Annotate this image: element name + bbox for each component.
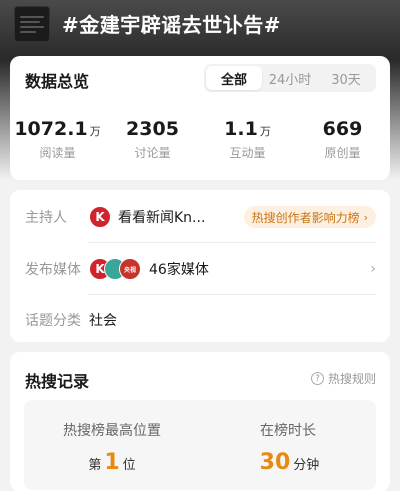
highest-position-value: 1 [104,450,120,475]
stat-interactions: 1.1 万 互动量 [200,118,295,161]
topic-header: #金建宇辟谣去世讣告# [0,0,400,48]
media-avatar: 央视 [119,258,141,280]
stat-discussions-value: 2305 [126,118,179,140]
host-row: 主持人 K 看看新闻Kn... 热搜创作者影响力榜 › [25,202,376,232]
host-name[interactable]: 看看新闻Kn... [118,207,205,227]
tab-30d[interactable]: 30天 [318,66,374,90]
highest-position: 热搜榜最高位置 第1位 [24,420,200,475]
media-logos: K 央视 [89,258,141,280]
highest-position-label: 热搜榜最高位置 [63,423,161,439]
category-row: 话题分类 社会 [25,306,376,334]
divider [88,294,376,295]
stat-discussions-label: 讨论量 [134,146,171,160]
stat-interactions-value: 1.1 [224,118,258,140]
hot-record-card: 热搜记录 ? 热搜规则 热搜榜最高位置 第1位 在榜时长 30 分钟 [10,352,390,491]
stat-interactions-label: 互动量 [229,146,266,160]
stat-originals: 669 原创量 [295,118,390,161]
divider [88,242,376,243]
host-key: 主持人 [25,210,67,226]
creator-influence-rank-button[interactable]: 热搜创作者影响力榜 › [243,206,376,228]
hot-search-rules-link[interactable]: ? 热搜规则 [310,370,376,387]
rules-label: 热搜规则 [327,372,376,386]
media-row[interactable]: 发布媒体 K 央视 46家媒体 › [25,254,376,284]
chevron-right-icon: › [363,210,368,224]
stat-originals-value: 669 [322,118,363,140]
stat-reads-unit: 万 [89,125,101,138]
highest-suffix: 位 [122,458,136,473]
question-icon: ? [310,372,324,385]
topic-title: #金建宇辟谣去世讣告# [62,13,282,37]
stat-reads: 1072.1 万 阅读量 [10,118,105,161]
highest-prefix: 第 [88,458,102,473]
stats-row: 1072.1 万 阅读量 2305 讨论量 1.1 万 互动量 669 原创量 [10,118,390,168]
chevron-right-icon[interactable]: › [370,261,376,277]
badge-label: 热搜创作者影响力榜 [251,210,360,225]
record-box: 热搜榜最高位置 第1位 在榜时长 30 分钟 [24,400,376,490]
duration-label: 在榜时长 [260,423,316,439]
topic-thumbnail [14,6,50,42]
stat-reads-label: 阅读量 [39,146,76,160]
category-key: 话题分类 [25,313,81,329]
stat-originals-label: 原创量 [324,146,361,160]
media-count: 46家媒体 [149,262,209,278]
topic-info-card: 主持人 K 看看新闻Kn... 热搜创作者影响力榜 › 发布媒体 K 央视 46… [10,190,390,342]
hot-record-title: 热搜记录 [25,372,90,391]
list-duration: 在榜时长 30 分钟 [200,420,376,475]
data-overview-card: 数据总览 全部 24小时 30天 1072.1 万 阅读量 2305 讨论量 1.… [10,56,390,180]
time-range-tabs: 全部 24小时 30天 [204,64,376,92]
host-avatar[interactable]: K [89,206,111,228]
category-value: 社会 [89,313,117,329]
stat-interactions-unit: 万 [259,125,271,138]
stat-reads-value: 1072.1 [14,118,88,140]
media-key: 发布媒体 [25,262,81,278]
duration-suffix: 分钟 [293,458,320,473]
overview-title: 数据总览 [25,72,90,91]
tab-all[interactable]: 全部 [206,66,262,90]
tab-24h[interactable]: 24小时 [262,66,318,90]
duration-value: 30 [259,450,291,475]
stat-discussions: 2305 讨论量 [105,118,200,161]
